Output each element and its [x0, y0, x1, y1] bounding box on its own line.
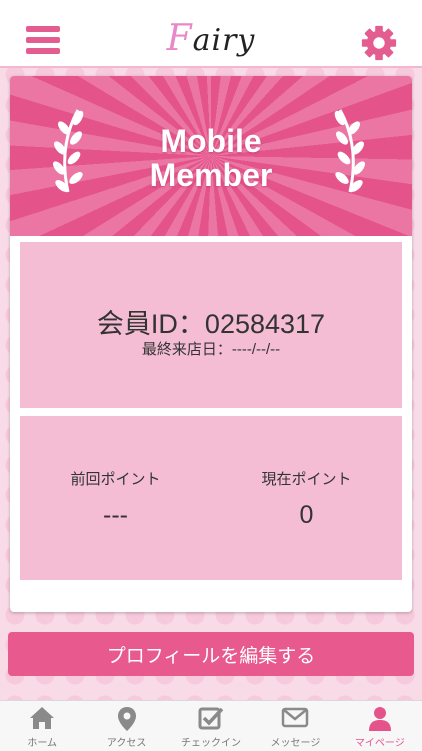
- current-points-value: 0: [299, 501, 314, 529]
- member-info-panel: 会員ID：02584317 最終来店日：----/--/--: [20, 242, 402, 408]
- edit-profile-button[interactable]: プロフィールを編集する: [8, 632, 414, 676]
- tab-checkin[interactable]: チェックイン: [169, 701, 253, 751]
- previous-points-label: 前回ポイント: [70, 471, 161, 488]
- current-points: 現在ポイント 0: [211, 468, 402, 530]
- tab-mypage-label: マイページ: [354, 738, 405, 749]
- home-icon: [30, 707, 55, 729]
- mobile-member-banner: Mobile Member: [10, 76, 412, 236]
- gear-icon[interactable]: [360, 24, 398, 62]
- tab-access[interactable]: アクセス: [84, 701, 168, 751]
- person-icon: [368, 707, 391, 731]
- tab-access-label: アクセス: [106, 738, 147, 749]
- current-points-label: 現在ポイント: [261, 471, 352, 488]
- app-logo: Fairy: [166, 18, 256, 59]
- member-card: Mobile Member 会員ID：02584317 最終来店日：----/-…: [10, 76, 412, 612]
- tab-message[interactable]: メッセージ: [253, 701, 337, 751]
- member-id: 会員ID：02584317: [96, 309, 326, 339]
- bottom-tab-bar: ホーム アクセス チェックイン メッセージ マイページ: [0, 700, 422, 751]
- tab-mypage[interactable]: マイページ: [338, 701, 422, 751]
- points-panel: 前回ポイント --- 現在ポイント 0: [20, 416, 402, 580]
- tab-home-label: ホーム: [27, 738, 58, 749]
- location-pin-icon: [117, 707, 136, 731]
- laurel-right-icon: [334, 109, 365, 193]
- envelope-icon: [282, 707, 309, 728]
- tab-home[interactable]: ホーム: [0, 701, 84, 751]
- last-visit-date: 最終来店日：----/--/--: [141, 341, 281, 358]
- previous-points: 前回ポイント ---: [20, 468, 211, 530]
- app-header: Fairy: [0, 0, 422, 68]
- tab-checkin-label: チェックイン: [181, 738, 242, 749]
- checkbox-icon: [198, 707, 224, 730]
- tab-message-label: メッセージ: [270, 738, 321, 749]
- previous-points-value: ---: [103, 501, 128, 529]
